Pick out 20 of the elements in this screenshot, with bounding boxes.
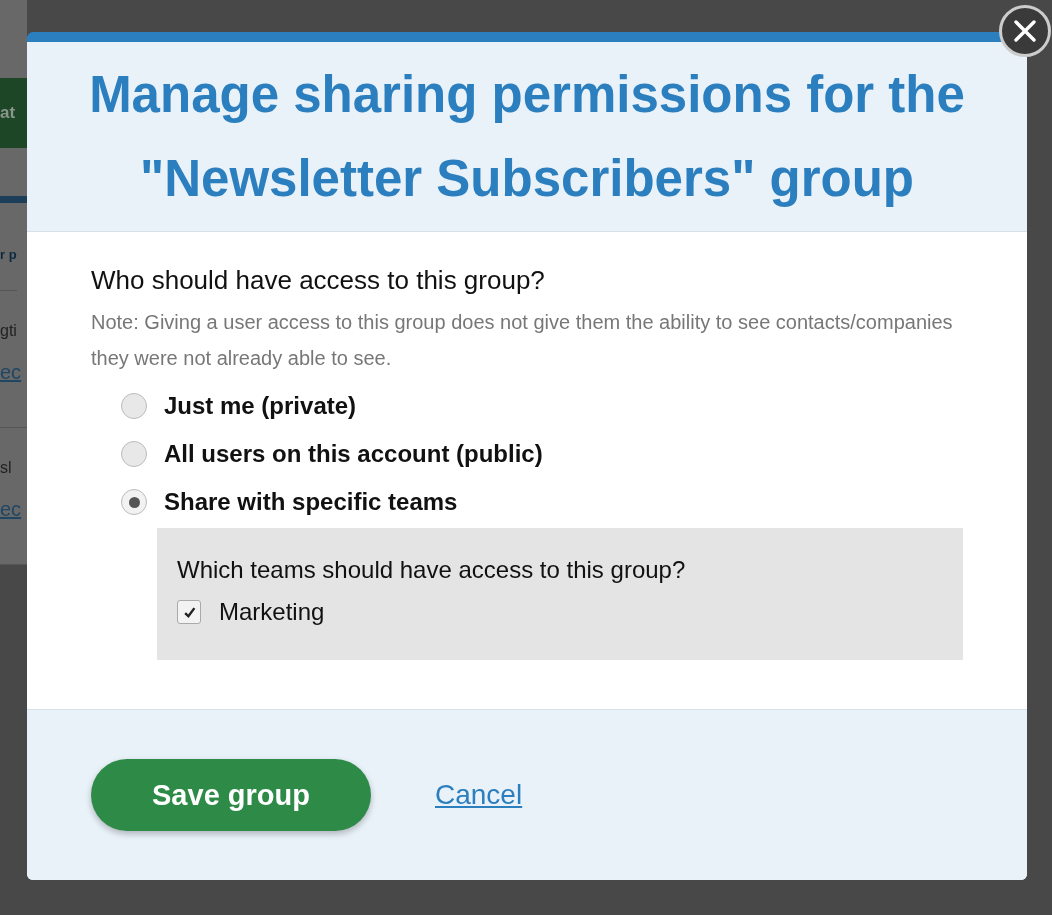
close-icon[interactable] <box>999 5 1051 57</box>
team-label[interactable]: Marketing <box>219 598 325 626</box>
check-icon <box>182 605 196 619</box>
radio-button[interactable] <box>121 393 147 419</box>
question-label: Who should have access to this group? <box>91 264 546 297</box>
cancel-link[interactable]: Cancel <box>435 779 523 811</box>
option-label[interactable]: Just me (private) <box>164 392 357 420</box>
option-label[interactable]: Share with specific teams <box>164 488 458 516</box>
section-heading: r p <box>0 203 17 291</box>
teams-question: Which teams should have access to this group? <box>177 555 687 585</box>
option-label[interactable]: All users on this account (public) <box>164 440 543 468</box>
radio-button[interactable] <box>121 489 147 515</box>
create-button[interactable]: at <box>0 78 27 148</box>
radio-button[interactable] <box>121 441 147 467</box>
dialog-title: Manage sharing permissions for the "Newsletter Subscribers" group <box>88 64 966 209</box>
checkbox[interactable] <box>177 600 201 624</box>
row-title: sl <box>0 458 12 478</box>
row-title: gti <box>0 321 17 341</box>
note-text: Note: Giving a user access to this group does not give them the ability to see contacts/companies they were not already able to see. <box>91 310 954 371</box>
save-button[interactable]: Save group <box>91 759 371 831</box>
